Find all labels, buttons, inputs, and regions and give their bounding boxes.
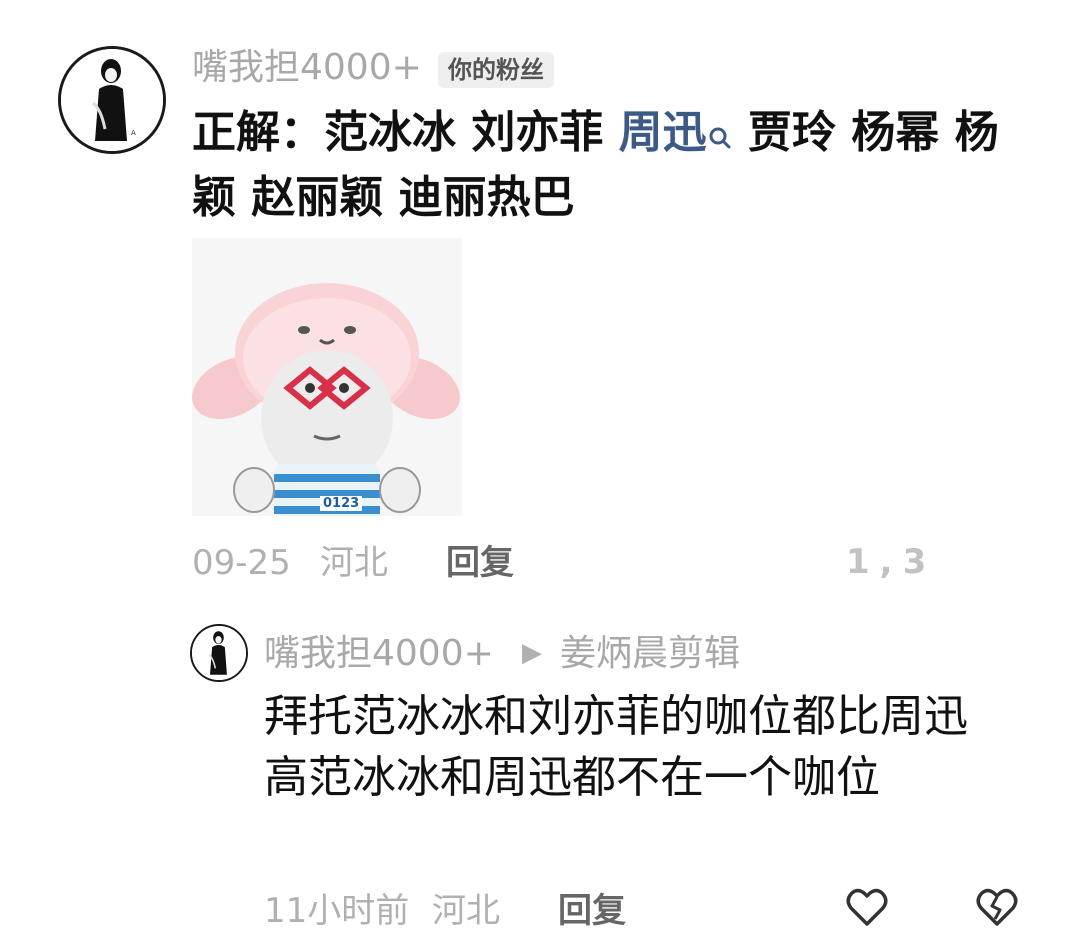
comment-text-before: 正解：范冰冰 刘亦菲 xyxy=(192,107,619,158)
avatar[interactable]: A xyxy=(58,46,166,154)
reply-target-username[interactable]: 姜炳晨剪辑 xyxy=(560,636,740,672)
heart-icon[interactable] xyxy=(846,888,888,928)
comment-location: 河北 xyxy=(320,543,388,583)
broken-heart-icon[interactable] xyxy=(976,888,1018,928)
reply-text: 拜托范冰冰和刘亦菲的咖位都比周迅高范冰冰和周迅都不在一个咖位 xyxy=(264,691,968,803)
reply-avatar[interactable] xyxy=(190,624,248,682)
sticker-number: 0123 xyxy=(320,496,363,511)
highlight-link[interactable]: 周迅 xyxy=(619,107,707,158)
reply-avatar-image xyxy=(192,626,246,680)
reply-username[interactable]: 嘴我担4000+ xyxy=(264,636,494,672)
reply-button[interactable]: 回复 xyxy=(446,546,514,580)
avatar-image: A xyxy=(61,49,163,151)
reply-time: 11小时前 xyxy=(264,891,410,931)
reply-reply-button[interactable]: 回复 xyxy=(558,894,626,928)
fan-badge: 你的粉丝 xyxy=(438,52,554,88)
search-icon[interactable] xyxy=(707,106,733,167)
reply-location: 河北 xyxy=(432,891,500,931)
svg-text:A: A xyxy=(131,129,136,137)
comment-text: 正解：范冰冰 刘亦菲 周迅 贾玲 杨幂 杨颖 赵丽颖 迪丽热巴 xyxy=(192,102,1042,228)
comment-date: 09-25 xyxy=(192,543,291,583)
comment-username[interactable]: 嘴我担4000+ xyxy=(192,50,422,86)
sticker-image[interactable]: 0123 xyxy=(192,238,462,516)
like-count[interactable]: 1,3 xyxy=(846,542,1016,582)
play-arrow-icon: ▶ xyxy=(522,638,542,668)
